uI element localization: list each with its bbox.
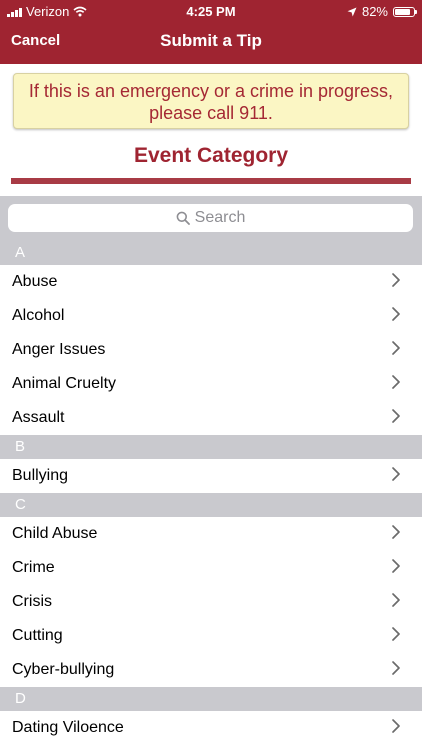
section-header: C [0,493,422,517]
list-item[interactable]: Anger Issues [0,333,422,367]
category-list: A Abuse Alcohol Anger Issues Animal Cruelty A… [0,241,422,745]
status-bar: Verizon 4:25 PM 82% [0,0,422,22]
list-item[interactable]: Alcohol [0,299,422,333]
chevron-right-icon [388,524,404,545]
location-arrow-icon [347,7,357,16]
list-item[interactable]: Crime [0,551,422,585]
header: Verizon 4:25 PM 82% Cancel Submit a Tip [0,0,422,64]
list-item-label: Child Abuse [12,525,98,542]
list-item[interactable]: Bullying [0,459,422,493]
list-item-label: Dating Viloence [12,719,124,736]
chevron-right-icon [388,626,404,647]
list-item[interactable]: Dating Viloence [0,711,422,745]
section-header: D [0,687,422,711]
list-item-label: Assault [12,409,65,426]
section-divider [11,178,411,184]
search-icon [176,211,190,225]
list-item-label: Cyber-bullying [12,661,115,678]
chevron-right-icon [388,660,404,681]
list-item-label: Anger Issues [12,341,106,358]
chevron-right-icon [388,272,404,293]
list-item-label: Abuse [12,273,58,290]
battery-percent: 82% [361,4,388,19]
chevron-right-icon [388,408,404,429]
list-item[interactable]: Cutting [0,619,422,653]
section-title: Event Category [133,144,289,167]
chevron-right-icon [388,466,404,487]
list-item[interactable]: Assault [0,401,422,435]
chevron-right-icon [388,558,404,579]
chevron-right-icon [388,592,404,613]
section-header: B [0,435,422,459]
search-bar: Search [0,196,422,241]
list-item[interactable]: Crisis [0,585,422,619]
list-item-label: Bullying [12,467,69,484]
battery-icon [393,6,417,17]
list-item-label: Animal Cruelty [12,375,117,392]
list-item[interactable]: Abuse [0,265,422,299]
search-input[interactable]: Search [8,204,413,232]
chevron-right-icon [388,340,404,361]
list-item-label: Crime [12,559,55,576]
search-placeholder: Search [194,209,246,226]
chevron-right-icon [388,374,404,395]
chevron-right-icon [388,718,404,739]
chevron-right-icon [388,306,404,327]
status-right: 82% [347,4,417,19]
banner-line-1: If this is an emergency or a crime in pr… [28,81,394,101]
section-header: A [0,241,422,265]
page-title: Submit a Tip [160,31,262,50]
list-item-label: Alcohol [12,307,65,324]
list-item-label: Crisis [12,593,52,610]
banner-line-2: please call 911. [149,103,273,123]
list-item-label: Cutting [12,627,63,644]
cancel-button[interactable]: Cancel [11,32,60,49]
list-item[interactable]: Child Abuse [0,517,422,551]
emergency-banner: If this is an emergency or a crime in pr… [13,73,409,129]
list-item[interactable]: Cyber-bullying [0,653,422,687]
list-item[interactable]: Animal Cruelty [0,367,422,401]
